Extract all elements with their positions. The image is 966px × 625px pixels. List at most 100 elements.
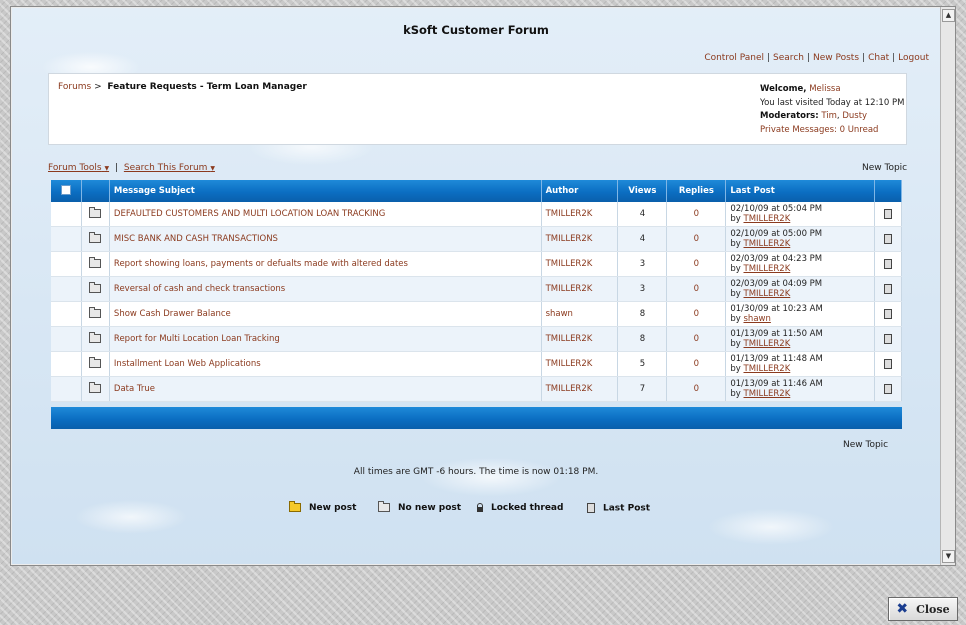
last-post-author-link[interactable]: TMILLER2K <box>744 214 791 224</box>
private-messages-link[interactable]: Private Messages: 0 Unread <box>760 125 878 135</box>
last-post-by-label: by <box>730 239 741 249</box>
row-select-cell[interactable] <box>51 202 82 227</box>
close-icon: ✖ <box>896 601 909 617</box>
row-subject-cell: MISC BANK AND CASH TRANSACTIONS <box>109 226 542 252</box>
topic-subject-link[interactable]: Installment Loan Web Applications <box>114 359 261 369</box>
go-to-last-post-icon[interactable] <box>884 208 892 219</box>
topic-subject-link[interactable]: DEFAULTED CUSTOMERS AND MULTI LOCATION L… <box>114 209 385 219</box>
row-replies-cell: 0 <box>666 376 727 402</box>
scroll-down-arrow-icon[interactable]: ▼ <box>942 550 955 563</box>
topic-author-link[interactable]: TMILLER2K <box>546 359 593 369</box>
new-posts-link[interactable]: New Posts <box>813 53 859 63</box>
row-icon-cell <box>81 251 110 277</box>
row-last-post-icon-cell[interactable] <box>874 351 902 377</box>
topic-author-link[interactable]: TMILLER2K <box>546 209 593 219</box>
search-forum-menu[interactable]: Search This Forum ▼ <box>124 163 215 173</box>
last-post-author-link[interactable]: TMILLER2K <box>744 339 791 349</box>
forum-tools-bar: Forum Tools ▼ | Search This Forum ▼ <box>48 163 215 173</box>
new-topic-link-bottom[interactable]: New Topic <box>843 440 888 450</box>
scroll-up-arrow-icon[interactable]: ▲ <box>942 9 955 22</box>
row-select-cell[interactable] <box>51 226 82 252</box>
moderator-link-dusty[interactable]: Dusty <box>842 111 867 121</box>
last-post-date: 02/03/09 at 04:09 PM <box>730 279 823 289</box>
last-post-author-link[interactable]: TMILLER2K <box>744 364 791 374</box>
chat-link[interactable]: Chat <box>868 53 889 63</box>
go-to-last-post-icon[interactable] <box>884 233 892 244</box>
row-author-cell: shawn <box>541 301 619 327</box>
row-select-cell[interactable] <box>51 326 82 352</box>
breadcrumb-forums-link[interactable]: Forums <box>58 82 91 92</box>
subject-header[interactable]: Message Subject <box>109 180 542 202</box>
new-topic-link-top[interactable]: New Topic <box>862 163 907 173</box>
topic-author-link[interactable]: shawn <box>546 309 573 319</box>
row-select-cell[interactable] <box>51 351 82 377</box>
row-last-post-icon-cell[interactable] <box>874 202 902 227</box>
control-panel-link[interactable]: Control Panel <box>704 53 764 63</box>
go-to-last-post-icon[interactable] <box>884 358 892 369</box>
logout-link[interactable]: Logout <box>898 53 929 63</box>
row-icon-cell <box>81 226 110 252</box>
close-button[interactable]: ✖ Close <box>888 597 958 621</box>
replies-header[interactable]: Replies <box>666 180 727 202</box>
row-last-post-icon-cell[interactable] <box>874 276 902 302</box>
moderator-link-tim[interactable]: Tim <box>821 111 837 121</box>
topic-author-link[interactable]: TMILLER2K <box>546 259 593 269</box>
last-post-author-link[interactable]: shawn <box>744 314 771 324</box>
nav-separator: | <box>767 53 771 63</box>
go-to-last-post-icon[interactable] <box>884 258 892 269</box>
row-author-cell: TMILLER2K <box>541 202 619 227</box>
row-last-post-icon-cell[interactable] <box>874 251 902 277</box>
select-all-checkbox[interactable] <box>60 184 71 195</box>
row-last-post-icon-cell[interactable] <box>874 301 902 327</box>
topic-subject-link[interactable]: Report showing loans, payments or defual… <box>114 259 408 269</box>
table-footer-bar <box>51 407 902 429</box>
search-link[interactable]: Search <box>773 53 804 63</box>
row-icon-cell <box>81 301 110 327</box>
icon-column-header <box>81 180 110 202</box>
action-column-header <box>874 180 902 202</box>
topic-author-link[interactable]: TMILLER2K <box>546 284 593 294</box>
go-to-last-post-icon[interactable] <box>884 333 892 344</box>
chevron-down-icon: ▼ <box>210 165 215 172</box>
topic-subject-link[interactable]: MISC BANK AND CASH TRANSACTIONS <box>114 234 278 244</box>
no-new-post-folder-icon <box>89 307 102 318</box>
topic-subject-link[interactable]: Data True <box>114 384 155 394</box>
last-post-author-link[interactable]: TMILLER2K <box>744 389 791 399</box>
select-all-header[interactable] <box>51 180 82 202</box>
row-select-cell[interactable] <box>51 301 82 327</box>
row-last-post-cell: 02/03/09 at 04:23 PM by TMILLER2K <box>725 251 875 277</box>
username-link[interactable]: Melissa <box>809 84 840 94</box>
row-views-cell: 8 <box>617 326 668 352</box>
last-post-by-label: by <box>730 264 741 274</box>
last-post-author-link[interactable]: TMILLER2K <box>744 289 791 299</box>
row-select-cell[interactable] <box>51 376 82 402</box>
timezone-text: All times are GMT -6 hours. The time is … <box>353 467 599 477</box>
go-to-last-post-icon[interactable] <box>884 383 892 394</box>
last-post-header[interactable]: Last Post <box>725 180 875 202</box>
topic-author-link[interactable]: TMILLER2K <box>546 234 593 244</box>
topic-subject-link[interactable]: Reversal of cash and check transactions <box>114 284 285 294</box>
forum-tools-menu[interactable]: Forum Tools ▼ <box>48 163 109 173</box>
go-to-last-post-icon[interactable] <box>884 308 892 319</box>
topic-author-link[interactable]: TMILLER2K <box>546 384 593 394</box>
go-to-last-post-icon[interactable] <box>884 283 892 294</box>
views-header[interactable]: Views <box>617 180 668 202</box>
nav-separator: | <box>806 53 811 63</box>
row-last-post-icon-cell[interactable] <box>874 226 902 252</box>
row-select-cell[interactable] <box>51 251 82 277</box>
last-post-author-link[interactable]: TMILLER2K <box>744 264 791 274</box>
table-row: Report showing loans, payments or defual… <box>51 251 902 277</box>
close-button-label: Close <box>916 602 950 616</box>
author-header[interactable]: Author <box>541 180 619 202</box>
row-select-cell[interactable] <box>51 276 82 302</box>
topic-subject-link[interactable]: Report for Multi Location Loan Tracking <box>114 334 280 344</box>
topic-subject-link[interactable]: Show Cash Drawer Balance <box>114 309 231 319</box>
row-replies-cell: 0 <box>666 351 727 377</box>
vertical-scrollbar[interactable]: ▲ ▼ <box>940 7 955 565</box>
row-last-post-icon-cell[interactable] <box>874 326 902 352</box>
row-last-post-cell: 01/13/09 at 11:48 AM by TMILLER2K <box>725 351 875 377</box>
last-post-author-link[interactable]: TMILLER2K <box>744 239 791 249</box>
no-new-post-folder-icon <box>89 232 102 243</box>
topic-author-link[interactable]: TMILLER2K <box>546 334 593 344</box>
row-last-post-icon-cell[interactable] <box>874 376 902 402</box>
